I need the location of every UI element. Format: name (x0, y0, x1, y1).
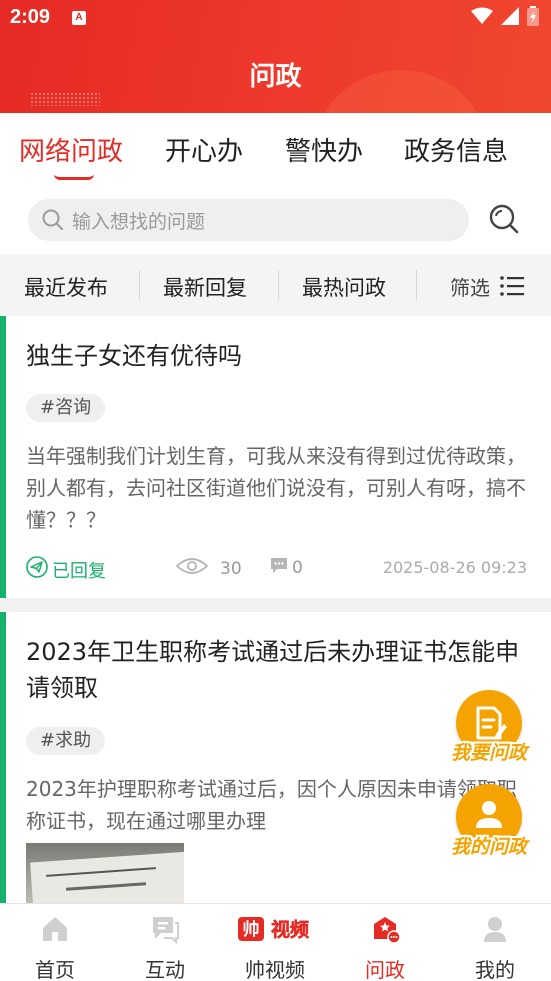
post-title[interactable]: 独生子女还有优待吗 (26, 338, 536, 374)
post-image[interactable] (26, 843, 184, 903)
tab-happy-service[interactable]: 开心办 (165, 131, 243, 168)
post-tag: #求助 (26, 727, 106, 755)
page-title: 问政 (249, 62, 302, 92)
signal-icon (501, 7, 519, 29)
search-icon (42, 209, 64, 235)
inquiry-icon (370, 914, 401, 944)
post-meta: 已回复 30 0 2025-08-26 09:23 (0, 554, 551, 584)
nav-inquiry[interactable]: 问政 (330, 904, 440, 981)
nav-home-label: 首页 (35, 958, 75, 981)
post-card[interactable]: 独生子女还有优待吗 #咨询 当年强制我们计划生育，可我从来没有得到过优待政策，别… (0, 316, 551, 598)
svg-text:视频: 视频 (271, 918, 309, 941)
comment-count-value: 0 (292, 557, 303, 578)
send-icon (26, 556, 48, 583)
my-questions-button[interactable]: 我的问政 (434, 784, 544, 864)
ask-question-button[interactable]: 我要问政 (434, 690, 544, 770)
header-dots-decoration (30, 92, 100, 106)
reply-status: 已回复 (26, 556, 106, 583)
nav-mine-label: 我的 (475, 958, 515, 981)
ask-question-label: 我要问政 (450, 742, 527, 764)
nav-video-label: 帅视频 (245, 958, 305, 981)
active-tab-indicator (54, 174, 94, 180)
nav-video[interactable]: 帅视频 帅视频 (220, 904, 330, 981)
reply-status-label: 已回复 (52, 560, 106, 582)
tab-network-inquiry[interactable]: 网络问政 (19, 131, 123, 168)
header: 2:09 A 问政 (0, 0, 551, 113)
chat-icon (150, 914, 180, 945)
post-time: 2025-08-26 09:23 (382, 558, 527, 577)
search-input[interactable]: 输入想找的问题 (28, 199, 469, 241)
sort-latest-reply[interactable]: 最新回复 (163, 272, 247, 302)
search-row: 输入想找的问题 (0, 187, 551, 254)
video-logo-icon: 帅视频 (238, 916, 314, 942)
status-time: 2:09 (10, 6, 51, 28)
view-count-value: 30 (220, 558, 242, 579)
divider (139, 270, 140, 300)
post-body: 当年强制我们计划生育，可我从来没有得到过优待政策，别人都有，去问社区街道他们说没… (26, 444, 526, 532)
post-tag: #咨询 (26, 394, 106, 422)
search-button[interactable] (488, 203, 520, 239)
filter-button[interactable]: 筛选 (450, 272, 490, 301)
category-tabs: 网络问政 开心办 警快办 政务信息 (0, 113, 551, 187)
bottom-nav: 首页 互动 帅视频 帅视频 问政 我的 (0, 903, 551, 981)
sort-bar: 最近发布 最新回复 最热问政 筛选 (0, 254, 551, 316)
card-accent-bar (0, 612, 6, 903)
profile-icon (480, 914, 510, 944)
filter-list-icon[interactable] (500, 276, 524, 300)
status-icons (471, 6, 539, 30)
nav-inquiry-label: 问政 (365, 958, 405, 981)
divider (278, 270, 279, 300)
nav-interact[interactable]: 互动 (110, 904, 220, 981)
nav-home[interactable]: 首页 (0, 904, 110, 981)
search-placeholder: 输入想找的问题 (72, 211, 206, 233)
battery-icon (527, 6, 539, 30)
notification-icon: A (72, 11, 86, 25)
comment-count: 0 (270, 556, 303, 579)
view-count: 30 (175, 556, 242, 581)
sort-recent[interactable]: 最近发布 (24, 272, 108, 302)
home-icon (40, 914, 70, 944)
svg-text:帅: 帅 (243, 919, 260, 940)
comment-icon (270, 556, 288, 579)
eye-icon (175, 556, 209, 581)
divider (416, 270, 417, 300)
my-questions-label: 我的问政 (450, 836, 527, 858)
tab-government-info[interactable]: 政务信息 (404, 131, 508, 168)
wifi-icon (471, 7, 493, 29)
nav-mine[interactable]: 我的 (440, 904, 550, 981)
sort-hottest[interactable]: 最热问政 (302, 272, 386, 302)
tab-police-service[interactable]: 警快办 (285, 131, 363, 168)
nav-interact-label: 互动 (145, 958, 185, 981)
